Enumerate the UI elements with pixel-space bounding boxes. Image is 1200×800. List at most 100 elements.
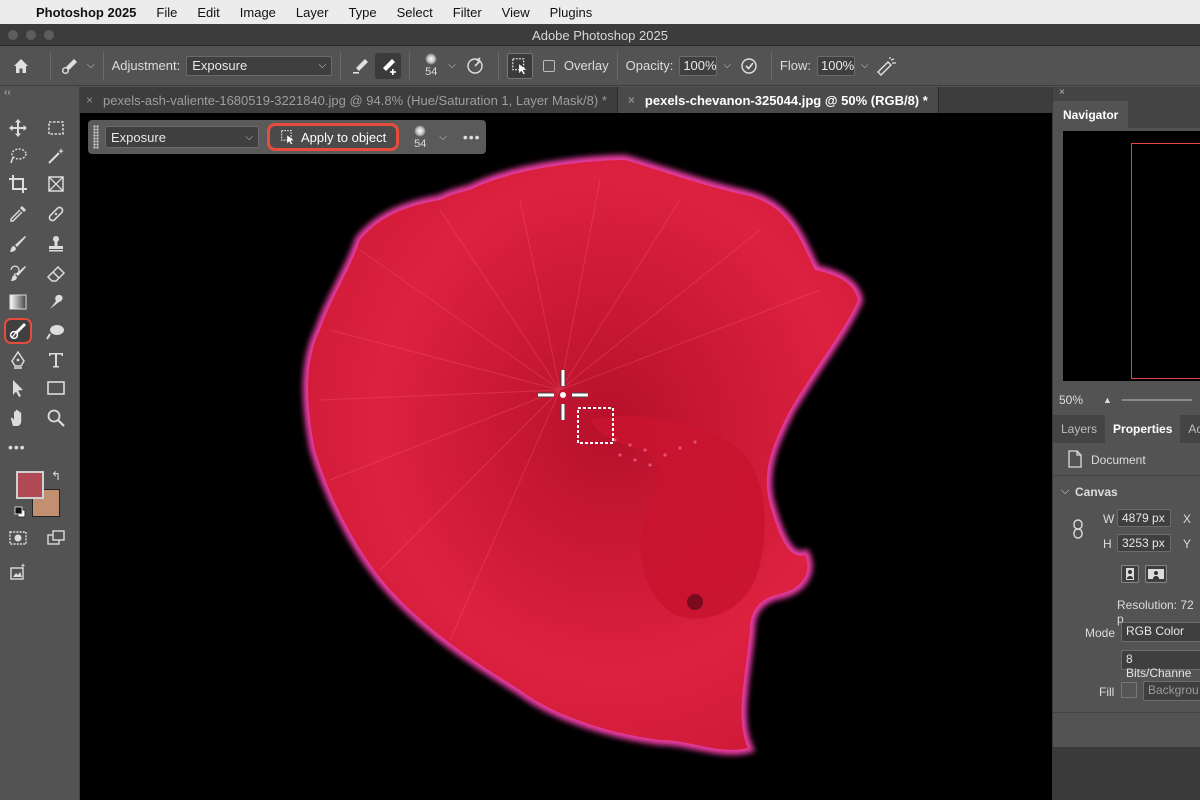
fill-color-swatch[interactable] bbox=[1121, 682, 1137, 698]
flow-input[interactable]: 100% bbox=[816, 55, 855, 76]
pen-tool-icon[interactable] bbox=[4, 347, 32, 373]
zoom-tool-icon[interactable] bbox=[42, 405, 70, 431]
document-canvas[interactable] bbox=[80, 113, 1052, 800]
navigator-preview[interactable] bbox=[1063, 131, 1200, 381]
menu-plugins[interactable]: Plugins bbox=[550, 5, 593, 20]
tab-layers[interactable]: Layers bbox=[1053, 415, 1105, 443]
menu-filter[interactable]: Filter bbox=[453, 5, 482, 20]
hand-tool-icon[interactable] bbox=[4, 405, 32, 431]
history-brush-icon[interactable] bbox=[4, 261, 32, 287]
chevron-down-icon[interactable]: ⌵ bbox=[1061, 485, 1069, 498]
adjustment-dropdown-value: Exposure bbox=[192, 58, 248, 73]
default-colors-icon[interactable] bbox=[14, 505, 26, 523]
move-tool-icon[interactable] bbox=[4, 115, 32, 141]
dodge-tool-icon[interactable] bbox=[42, 318, 70, 344]
quick-mask-icon[interactable] bbox=[4, 525, 32, 551]
overlay-checkbox[interactable] bbox=[542, 59, 555, 72]
drag-handle[interactable] bbox=[93, 125, 99, 149]
link-icon[interactable] bbox=[1071, 519, 1085, 544]
width-label: W bbox=[1103, 512, 1115, 526]
path-selection-icon[interactable] bbox=[4, 375, 32, 401]
close-tab-icon[interactable]: × bbox=[628, 93, 635, 107]
opacity-label: Opacity: bbox=[625, 58, 674, 73]
mode-dropdown[interactable]: RGB Color bbox=[1121, 622, 1200, 642]
landscape-orientation-icon[interactable] bbox=[1145, 565, 1167, 583]
rectangle-tool-icon[interactable] bbox=[42, 375, 70, 401]
mountain-small-icon[interactable]: ▲ bbox=[1103, 395, 1112, 405]
chevron-down-icon[interactable]: ⌵ bbox=[439, 132, 447, 143]
airbrush-icon[interactable] bbox=[873, 56, 901, 76]
menu-file[interactable]: File bbox=[156, 5, 177, 20]
brush-size-value: 54 bbox=[425, 66, 438, 78]
brush-settings-icon[interactable] bbox=[460, 56, 490, 76]
tab-document-2[interactable]: × pexels-chevanon-325044.jpg @ 50% (RGB/… bbox=[617, 87, 939, 113]
opacity-input[interactable]: 100% bbox=[679, 55, 718, 76]
fill-label: Fill bbox=[1099, 685, 1115, 699]
menu-type[interactable]: Type bbox=[348, 5, 376, 20]
portrait-orientation-icon[interactable] bbox=[1121, 565, 1139, 583]
bit-depth-dropdown[interactable]: 8 Bits/Channe bbox=[1121, 650, 1200, 680]
tab-navigator[interactable]: Navigator bbox=[1053, 101, 1129, 128]
clone-stamp-icon[interactable] bbox=[42, 231, 70, 257]
zoom-value[interactable]: 50% bbox=[1059, 393, 1083, 407]
width-field[interactable]: 4879 px bbox=[1117, 509, 1171, 527]
zoom-slider[interactable] bbox=[1121, 399, 1192, 401]
window-titlebar: Adobe Photoshop 2025 bbox=[0, 24, 1200, 46]
height-field[interactable]: 3253 px bbox=[1117, 534, 1171, 552]
chevron-down-icon[interactable]: ⌵ bbox=[723, 60, 731, 71]
generative-fill-icon[interactable] bbox=[4, 559, 32, 585]
add-brush-icon[interactable] bbox=[375, 52, 402, 79]
chevron-down-icon[interactable]: ⌵ bbox=[87, 60, 95, 71]
navigator-view-box[interactable] bbox=[1131, 143, 1200, 379]
chevron-down-icon[interactable]: ⌵ bbox=[448, 60, 456, 71]
brush-tool-icon[interactable] bbox=[4, 231, 32, 257]
healing-brush-icon[interactable] bbox=[42, 201, 70, 227]
context-brush-size[interactable]: 54 bbox=[407, 124, 433, 150]
eyedropper-icon[interactable] bbox=[4, 201, 32, 227]
type-tool-icon[interactable] bbox=[42, 347, 70, 373]
close-panel-icon[interactable]: × bbox=[1053, 87, 1200, 101]
magic-wand-icon[interactable] bbox=[42, 143, 70, 169]
tab-actions[interactable]: Ac bbox=[1180, 415, 1200, 443]
marquee-tool-icon[interactable] bbox=[42, 115, 70, 141]
apply-to-object-icon[interactable] bbox=[506, 52, 533, 79]
app-menu[interactable]: Photoshop 2025 bbox=[36, 5, 136, 20]
collapse-panel-icon[interactable]: ‹‹ bbox=[4, 87, 11, 98]
apply-to-object-button[interactable]: Apply to object bbox=[267, 123, 400, 151]
mode-label: Mode bbox=[1085, 626, 1116, 640]
crop-tool-icon[interactable] bbox=[4, 171, 32, 197]
context-adjustment-dropdown[interactable]: Exposure ⌵ bbox=[105, 126, 259, 148]
adjustment-brush-preset-icon[interactable] bbox=[59, 56, 81, 76]
swap-colors-icon[interactable]: ↰ bbox=[51, 469, 61, 483]
smudge-tool-icon[interactable] bbox=[42, 289, 70, 315]
menu-edit[interactable]: Edit bbox=[197, 5, 219, 20]
chevron-down-icon[interactable]: ⌵ bbox=[861, 60, 869, 71]
tab-document-1[interactable]: × pexels-ash-valiente-1680519-3221840.jp… bbox=[80, 87, 618, 113]
more-tools-icon[interactable]: ••• bbox=[8, 439, 26, 455]
menu-image[interactable]: Image bbox=[240, 5, 276, 20]
close-tab-icon[interactable]: × bbox=[86, 93, 93, 107]
tab-properties[interactable]: Properties bbox=[1105, 415, 1181, 443]
menu-view[interactable]: View bbox=[502, 5, 530, 20]
foreground-color-swatch[interactable] bbox=[16, 471, 44, 499]
adjustment-dropdown[interactable]: Exposure ⌵ bbox=[186, 55, 333, 76]
canvas-section-header[interactable]: Canvas bbox=[1075, 485, 1118, 499]
menu-select[interactable]: Select bbox=[397, 5, 433, 20]
home-icon[interactable] bbox=[0, 56, 42, 76]
more-options-icon[interactable]: ••• bbox=[463, 129, 481, 145]
pressure-opacity-icon[interactable] bbox=[735, 56, 763, 76]
lasso-tool-icon[interactable] bbox=[4, 143, 32, 169]
eraser-icon[interactable] bbox=[42, 261, 70, 287]
fill-dropdown[interactable]: Backgrou bbox=[1143, 681, 1200, 701]
adjustment-brush-tool-icon[interactable] bbox=[4, 318, 32, 344]
frame-tool-icon[interactable] bbox=[42, 171, 70, 197]
divider bbox=[497, 51, 499, 80]
menu-layer[interactable]: Layer bbox=[296, 5, 329, 20]
document-label: Document bbox=[1091, 453, 1146, 467]
gradient-tool-icon[interactable] bbox=[4, 289, 32, 315]
screen-mode-icon[interactable] bbox=[42, 525, 70, 551]
brush-size-picker[interactable]: 54 bbox=[418, 53, 444, 78]
chevron-down-icon: ⌵ bbox=[245, 131, 253, 143]
subtract-brush-icon[interactable] bbox=[349, 56, 373, 76]
brush-tip-icon bbox=[425, 53, 438, 65]
